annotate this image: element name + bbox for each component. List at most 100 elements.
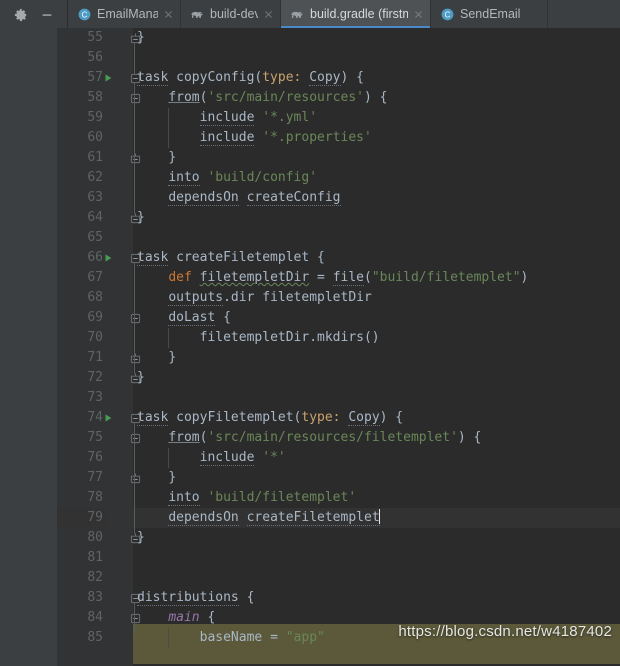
close-icon[interactable] xyxy=(413,9,424,20)
code-text[interactable]: from('src/main/resources') { xyxy=(133,88,620,108)
code-token: } xyxy=(168,470,177,485)
code-line[interactable]: 81 xyxy=(0,548,620,568)
code-line[interactable]: 67 def filetempletDir = file("build/file… xyxy=(0,268,620,288)
code-text[interactable]: include '*' xyxy=(133,448,620,468)
code-text[interactable]: from('src/main/resources/filetemplet') { xyxy=(133,428,620,448)
code-text[interactable] xyxy=(133,228,620,248)
code-line[interactable]: 57 task copyConfig(type: Copy) { xyxy=(0,68,620,88)
code-line[interactable]: 63 dependsOn createConfig xyxy=(0,188,620,208)
code-line[interactable]: 83 distributions { xyxy=(0,588,620,608)
line-number: 55 xyxy=(87,30,103,45)
code-line[interactable]: 78 into 'build/filetemplet' xyxy=(0,488,620,508)
code-token: 'src/main/resources' xyxy=(207,90,364,105)
code-line[interactable]: 62 into 'build/config' xyxy=(0,168,620,188)
code-text[interactable]: task copyConfig(type: Copy) { xyxy=(133,68,620,88)
code-line[interactable]: 68 outputs.dir filetempletDir xyxy=(0,288,620,308)
code-token: dependsOn xyxy=(168,510,239,526)
code-line[interactable]: 59 include '*.yml' xyxy=(0,108,620,128)
code-text[interactable] xyxy=(133,388,620,408)
code-line[interactable]: 65 xyxy=(0,228,620,248)
code-line[interactable]: 61 } xyxy=(0,148,620,168)
run-task-icon[interactable] xyxy=(99,408,117,428)
code-text[interactable] xyxy=(133,568,620,588)
code-text[interactable]: } xyxy=(133,368,620,388)
code-text[interactable]: } xyxy=(133,348,620,368)
code-line[interactable]: 60 include '*.properties' xyxy=(0,128,620,148)
code-text[interactable]: dependsOn createFiletemplet xyxy=(133,508,620,528)
code-text[interactable]: include '*.properties' xyxy=(133,128,620,148)
code-text[interactable]: doLast { xyxy=(133,308,620,328)
code-token: { xyxy=(238,590,255,605)
code-token: } xyxy=(168,150,177,165)
close-icon[interactable] xyxy=(163,9,174,20)
line-number: 60 xyxy=(87,130,103,145)
run-task-icon[interactable] xyxy=(99,248,117,268)
minus-icon[interactable] xyxy=(40,7,54,21)
code-line[interactable]: 76 include '*' xyxy=(0,448,620,468)
code-text[interactable]: filetempletDir.mkdirs() xyxy=(133,328,620,348)
code-text[interactable] xyxy=(133,48,620,68)
editor-tab-1[interactable]: build-dev xyxy=(181,0,281,28)
code-token: include xyxy=(199,130,255,146)
code-line[interactable]: 73 xyxy=(0,388,620,408)
code-token: 'src/main/resources/filetemplet' xyxy=(207,430,458,445)
code-text[interactable]: } xyxy=(133,468,620,488)
svg-text:C: C xyxy=(445,10,451,19)
line-number: 64 xyxy=(87,210,103,225)
code-text[interactable]: task copyFiletemplet(type: Copy) { xyxy=(133,408,620,428)
code-line[interactable]: 70 filetempletDir.mkdirs() xyxy=(0,328,620,348)
code-line[interactable]: 64} xyxy=(0,208,620,228)
code-text[interactable]: } xyxy=(133,208,620,228)
code-line[interactable]: 71 } xyxy=(0,348,620,368)
code-text[interactable]: def filetempletDir = file("build/filetem… xyxy=(133,268,620,288)
editor-tab-0[interactable]: C EmailManageSe xyxy=(68,0,181,28)
run-task-icon[interactable] xyxy=(99,68,117,88)
code-line[interactable]: 77 } xyxy=(0,468,620,488)
code-line[interactable]: 66 task createFiletemplet { xyxy=(0,248,620,268)
code-token: 'build/filetemplet' xyxy=(207,490,357,505)
code-line[interactable]: 56 xyxy=(0,48,620,68)
code-text[interactable]: include '*.yml' xyxy=(133,108,620,128)
close-icon[interactable] xyxy=(263,9,274,20)
code-token: ) { xyxy=(379,410,404,425)
code-text[interactable] xyxy=(133,548,620,568)
code-text[interactable]: into 'build/filetemplet' xyxy=(133,488,620,508)
code-token: ) { xyxy=(364,90,388,105)
code-token: type: xyxy=(262,70,302,85)
editor-tab-3[interactable]: C SendEmail xyxy=(431,0,548,28)
gear-icon[interactable] xyxy=(14,7,28,22)
line-number: 59 xyxy=(87,110,103,125)
code-text[interactable]: dependsOn createConfig xyxy=(133,188,620,208)
code-token: createFiletemplet { xyxy=(168,250,325,265)
code-line[interactable]: 80} xyxy=(0,528,620,548)
tab-toolbar-buttons xyxy=(0,0,68,28)
code-line[interactable]: 79 dependsOn createFiletemplet xyxy=(0,508,620,528)
code-line[interactable]: 75 from('src/main/resources/filetemplet'… xyxy=(0,428,620,448)
code-text[interactable]: distributions { xyxy=(133,588,620,608)
code-line[interactable]: 55} xyxy=(0,28,620,48)
code-line[interactable]: 72} xyxy=(0,368,620,388)
code-editor[interactable]: 55} 56 57 task copyConfig(type: Copy) {58 f… xyxy=(0,28,620,666)
code-text[interactable]: } xyxy=(133,528,620,548)
line-number: 71 xyxy=(87,350,103,365)
code-token: Copy xyxy=(348,410,380,426)
editor-tab-2[interactable]: build.gradle (firstmeet-boss- xyxy=(281,0,431,28)
code-token: '*.properties' xyxy=(262,130,372,145)
code-text[interactable]: outputs.dir filetempletDir xyxy=(133,288,620,308)
code-text[interactable]: into 'build/config' xyxy=(133,168,620,188)
code-line[interactable]: 58 from('src/main/resources') { xyxy=(0,88,620,108)
gradle-elephant-icon xyxy=(290,7,305,22)
code-text[interactable]: } xyxy=(133,148,620,168)
code-line[interactable]: 74 task copyFiletemplet(type: Copy) { xyxy=(0,408,620,428)
code-line[interactable]: 82 xyxy=(0,568,620,588)
line-number: 84 xyxy=(87,610,103,625)
fold-region-line xyxy=(134,602,135,634)
code-text[interactable]: task createFiletemplet { xyxy=(133,248,620,268)
code-line[interactable]: 69 doLast { xyxy=(0,308,620,328)
code-token: def xyxy=(168,270,192,285)
code-text[interactable]: } xyxy=(133,28,620,48)
code-token: into xyxy=(168,490,200,506)
line-number: 77 xyxy=(87,470,103,485)
